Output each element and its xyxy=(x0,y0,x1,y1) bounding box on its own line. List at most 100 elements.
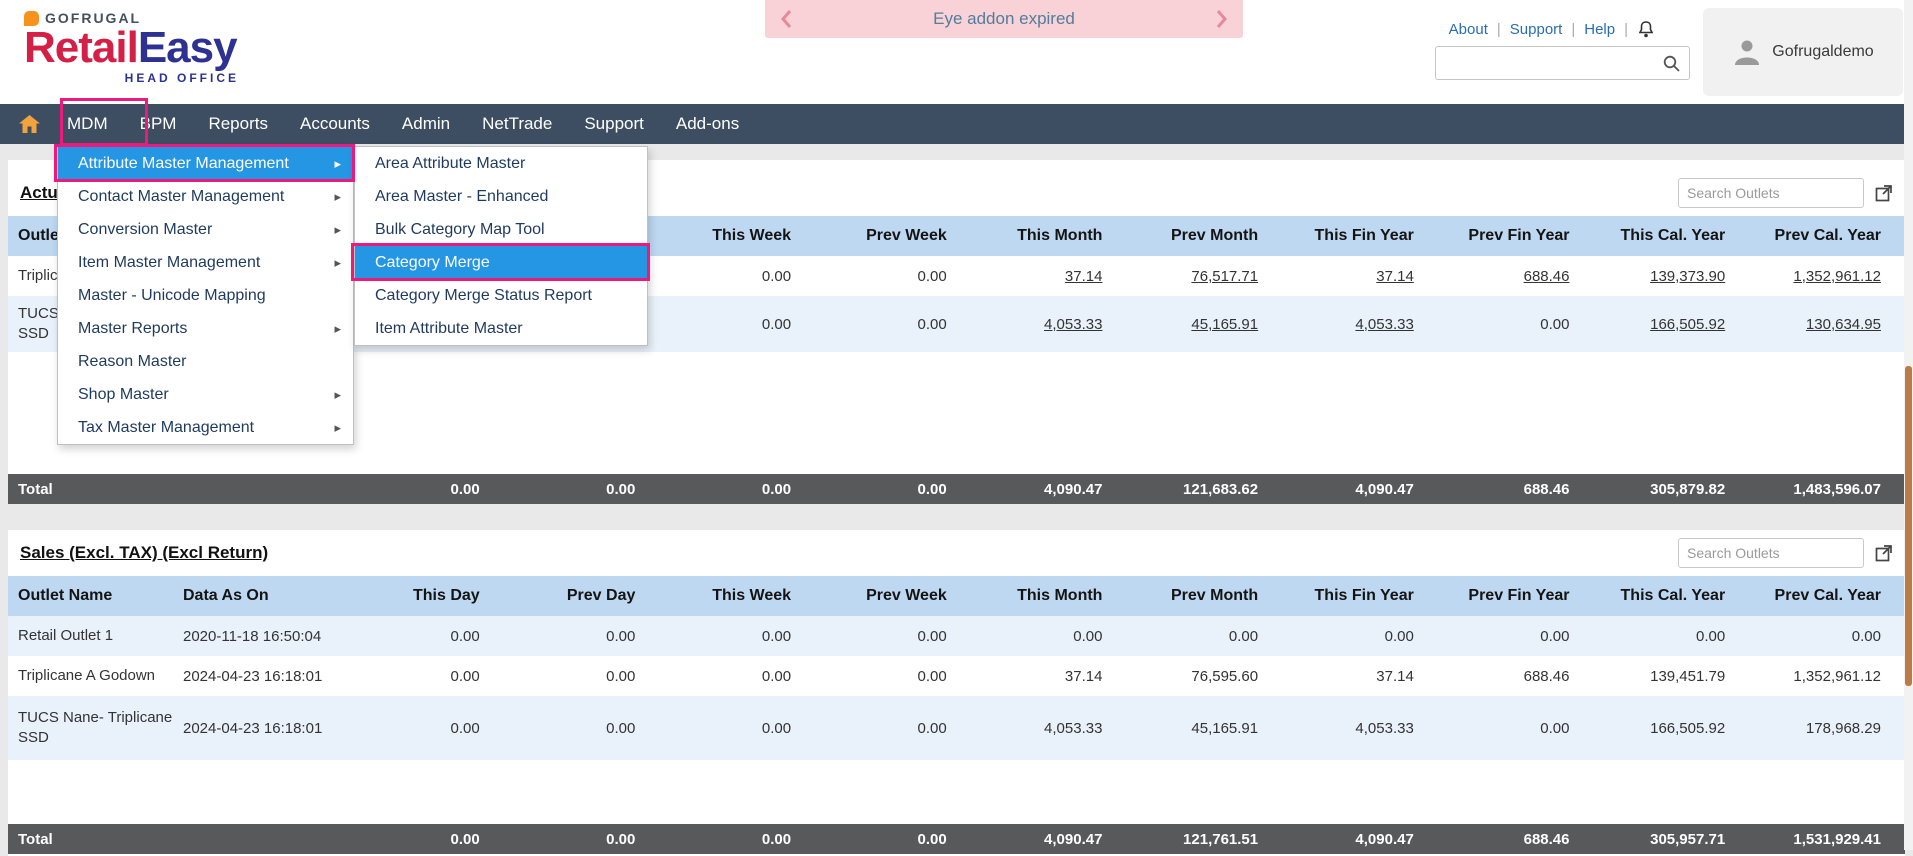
menu-item-contact-master-management[interactable]: Contact Master Management▸ xyxy=(58,180,353,213)
user-menu[interactable]: Gofrugaldemo xyxy=(1703,8,1903,96)
global-search-input[interactable] xyxy=(1436,55,1662,72)
value-cell: 0.00 xyxy=(348,616,504,656)
drilldown-link[interactable]: 37.14 xyxy=(1065,268,1103,285)
submenu-item-category-merge[interactable]: Category Merge xyxy=(355,246,647,279)
drilldown-link[interactable]: 1,352,961.12 xyxy=(1793,268,1881,285)
column-header: Prev Month xyxy=(1126,576,1282,616)
drilldown-link[interactable]: 4,053.33 xyxy=(1355,316,1413,333)
drilldown-link[interactable]: 37.14 xyxy=(1376,268,1414,285)
panel-actual-title[interactable]: Actu xyxy=(20,183,58,203)
expand-panel-button[interactable] xyxy=(1874,184,1893,203)
nav-item-nettrade[interactable]: NetTrade xyxy=(466,104,568,144)
value-cell: 0.00 xyxy=(1438,296,1594,352)
top-links: About | Support | Help | xyxy=(1449,20,1655,39)
menu-item-item-master-management[interactable]: Item Master Management▸ xyxy=(58,246,353,279)
notification-bell-button[interactable] xyxy=(1637,20,1655,39)
value-cell: 688.46 xyxy=(1438,656,1594,696)
total-value-cell: 121,683.62 xyxy=(1126,474,1282,504)
menu-item-master-unicode-mapping[interactable]: Master - Unicode Mapping xyxy=(58,279,353,312)
column-header: This Day xyxy=(348,576,504,616)
search-outlets-input[interactable] xyxy=(1678,538,1864,568)
column-header: This Fin Year xyxy=(1282,216,1438,256)
spacer-row xyxy=(8,760,1905,824)
banner-next-button[interactable] xyxy=(1216,8,1229,30)
value-cell: 0.00 xyxy=(1749,616,1905,656)
sales-table: Outlet NameData As OnThis DayPrev DayThi… xyxy=(8,576,1905,854)
menu-item-shop-master[interactable]: Shop Master▸ xyxy=(58,378,353,411)
value-cell: 0.00 xyxy=(504,696,660,760)
column-header: Prev Day xyxy=(504,576,660,616)
menu-item-attribute-master-management[interactable]: Attribute Master Management▸ xyxy=(58,147,353,180)
column-header: Prev Week xyxy=(815,216,971,256)
value-cell: 1,352,961.12 xyxy=(1749,656,1905,696)
menu-item-tax-master-management[interactable]: Tax Master Management▸ xyxy=(58,411,353,444)
submenu-item-area-attribute-master[interactable]: Area Attribute Master xyxy=(355,147,647,180)
submenu-arrow-icon: ▸ xyxy=(334,222,341,238)
drilldown-link[interactable]: 688.46 xyxy=(1524,268,1570,285)
table-row: TUCS Nane- Triplicane SSD2024-04-23 16:1… xyxy=(8,696,1905,760)
drilldown-link[interactable]: 130,634.95 xyxy=(1806,316,1881,333)
value-cell: 139,451.79 xyxy=(1594,656,1750,696)
scrollbar-thumb[interactable] xyxy=(1905,366,1912,686)
nav-item-accounts[interactable]: Accounts xyxy=(284,104,386,144)
submenu-item-bulk-category-map-tool[interactable]: Bulk Category Map Tool xyxy=(355,213,647,246)
menu-item-master-reports[interactable]: Master Reports▸ xyxy=(58,312,353,345)
total-value-cell: 4,090.47 xyxy=(1282,474,1438,504)
bell-icon xyxy=(1637,20,1655,39)
app-logo: GOFRUGAL RetailEasy HEAD OFFICE xyxy=(24,10,259,85)
data-as-on-cell: 2024-04-23 16:18:01 xyxy=(173,656,348,696)
drilldown-link[interactable]: 76,517.71 xyxy=(1191,268,1258,285)
expand-panel-button[interactable] xyxy=(1874,544,1893,563)
column-header: Prev Cal. Year xyxy=(1749,576,1905,616)
link-separator: | xyxy=(1497,21,1501,38)
submenu-arrow-icon: ▸ xyxy=(334,189,341,205)
value-cell: 0.00 xyxy=(1438,616,1594,656)
mdm-dropdown-menu: Attribute Master Management▸Contact Mast… xyxy=(57,146,354,445)
value-cell: 76,517.71 xyxy=(1126,256,1282,296)
total-value-cell: 688.46 xyxy=(1438,474,1594,504)
menu-item-reason-master[interactable]: Reason Master xyxy=(58,345,353,378)
search-submit-button[interactable] xyxy=(1662,54,1681,73)
column-header: Prev Fin Year xyxy=(1438,576,1594,616)
support-link[interactable]: Support xyxy=(1510,21,1563,38)
value-cell: 37.14 xyxy=(971,656,1127,696)
menu-item-label: Attribute Master Management xyxy=(78,155,326,173)
menu-item-conversion-master[interactable]: Conversion Master▸ xyxy=(58,213,353,246)
menu-item-label: Bulk Category Map Tool xyxy=(375,221,635,239)
nav-item-reports[interactable]: Reports xyxy=(192,104,284,144)
open-in-new-icon xyxy=(1874,544,1893,563)
help-link[interactable]: Help xyxy=(1584,21,1615,38)
column-header: Prev Fin Year xyxy=(1438,216,1594,256)
drilldown-link[interactable]: 4,053.33 xyxy=(1044,316,1102,333)
column-header: Prev Month xyxy=(1126,216,1282,256)
drilldown-link[interactable]: 139,373.90 xyxy=(1650,268,1725,285)
total-value-cell: 4,090.47 xyxy=(971,474,1127,504)
total-value-cell: 0.00 xyxy=(815,474,971,504)
top-bar: GOFRUGAL RetailEasy HEAD OFFICE Eye addo… xyxy=(0,0,1913,104)
about-link[interactable]: About xyxy=(1449,21,1488,38)
nav-item-admin[interactable]: Admin xyxy=(386,104,466,144)
search-icon xyxy=(1662,54,1681,73)
banner-prev-button[interactable] xyxy=(779,8,792,30)
nav-item-addons[interactable]: Add-ons xyxy=(660,104,755,144)
value-cell: 0.00 xyxy=(659,296,815,352)
nav-item-support[interactable]: Support xyxy=(568,104,660,144)
search-outlets-input[interactable] xyxy=(1678,178,1864,208)
value-cell: 0.00 xyxy=(1438,696,1594,760)
panel-sales-title[interactable]: Sales (Excl. TAX) (Excl Return) xyxy=(20,543,268,563)
submenu-item-area-master-enhanced[interactable]: Area Master - Enhanced xyxy=(355,180,647,213)
nav-item-mdm[interactable]: MDM xyxy=(51,104,124,144)
home-icon xyxy=(18,114,41,134)
drilldown-link[interactable]: 166,505.92 xyxy=(1650,316,1725,333)
value-cell: 0.00 xyxy=(815,656,971,696)
column-header: This Month xyxy=(971,216,1127,256)
drilldown-link[interactable]: 45,165.91 xyxy=(1191,316,1258,333)
nav-item-bpm[interactable]: BPM xyxy=(124,104,193,144)
chevron-left-icon xyxy=(779,8,792,30)
table-header-row: Outlet NameData As OnThis DayPrev DayThi… xyxy=(8,576,1905,616)
home-button[interactable] xyxy=(18,114,41,134)
submenu-item-category-merge-status-report[interactable]: Category Merge Status Report xyxy=(355,279,647,312)
link-separator: | xyxy=(1571,21,1575,38)
submenu-item-item-attribute-master[interactable]: Item Attribute Master xyxy=(355,312,647,345)
value-cell: 0.00 xyxy=(348,656,504,696)
